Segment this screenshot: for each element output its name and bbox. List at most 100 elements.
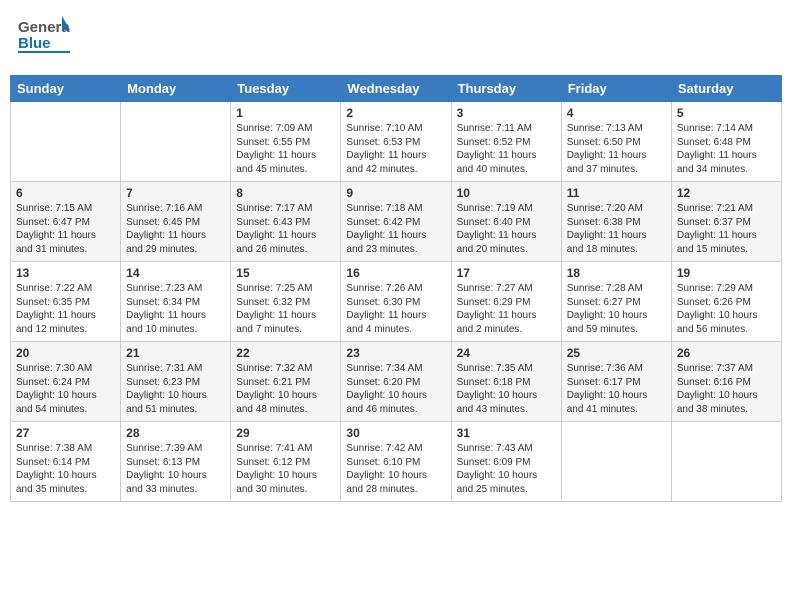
weekday-header-cell: Friday <box>561 76 671 102</box>
day-info: Sunrise: 7:14 AM Sunset: 6:48 PM Dayligh… <box>677 122 776 176</box>
day-number: 9 <box>346 186 445 200</box>
day-number: 15 <box>236 266 335 280</box>
day-info: Sunrise: 7:35 AM Sunset: 6:18 PM Dayligh… <box>457 362 556 416</box>
calendar-day-cell: 10 Sunrise: 7:19 AM Sunset: 6:40 PM Dayli… <box>451 182 561 262</box>
day-info: Sunrise: 7:26 AM Sunset: 6:30 PM Dayligh… <box>346 282 445 336</box>
day-info: Sunrise: 7:36 AM Sunset: 6:17 PM Dayligh… <box>567 362 666 416</box>
calendar-day-cell: 12Sunrise: 7:21 AM Sunset: 6:37 PM Dayli… <box>671 182 781 262</box>
day-number: 25 <box>567 346 666 360</box>
calendar-day-cell: 9 Sunrise: 7:18 AM Sunset: 6:42 PM Daylig… <box>341 182 451 262</box>
calendar-day-cell: 4 Sunrise: 7:13 AM Sunset: 6:50 PM Daylig… <box>561 102 671 182</box>
day-number: 19 <box>677 266 776 280</box>
calendar-day-cell: 17Sunrise: 7:27 AM Sunset: 6:29 PM Dayli… <box>451 262 561 342</box>
calendar-week-row: 6 Sunrise: 7:15 AM Sunset: 6:47 PM Daylig… <box>11 182 782 262</box>
calendar-day-cell: 25 Sunrise: 7:36 AM Sunset: 6:17 PM Dayli… <box>561 342 671 422</box>
day-number: 4 <box>567 106 666 120</box>
day-info: Sunrise: 7:23 AM Sunset: 6:34 PM Dayligh… <box>126 282 225 336</box>
day-info: Sunrise: 7:11 AM Sunset: 6:52 PM Dayligh… <box>457 122 556 176</box>
day-number: 31 <box>457 426 556 440</box>
day-number: 11 <box>567 186 666 200</box>
calendar-day-cell <box>121 102 231 182</box>
day-info: Sunrise: 7:16 AM Sunset: 6:45 PM Dayligh… <box>126 202 225 256</box>
day-number: 13 <box>16 266 115 280</box>
day-info: Sunrise: 7:37 AM Sunset: 6:16 PM Dayligh… <box>677 362 776 416</box>
calendar-day-cell: 2 Sunrise: 7:10 AM Sunset: 6:53 PM Daylig… <box>341 102 451 182</box>
day-number: 29 <box>236 426 335 440</box>
day-info: Sunrise: 7:13 AM Sunset: 6:50 PM Dayligh… <box>567 122 666 176</box>
calendar-day-cell: 22Sunrise: 7:32 AM Sunset: 6:21 PM Dayli… <box>231 342 341 422</box>
day-info: Sunrise: 7:38 AM Sunset: 6:14 PM Dayligh… <box>16 442 115 496</box>
day-info: Sunrise: 7:19 AM Sunset: 6:40 PM Dayligh… <box>457 202 556 256</box>
day-number: 12 <box>677 186 776 200</box>
calendar-day-cell: 16 Sunrise: 7:26 AM Sunset: 6:30 PM Dayli… <box>341 262 451 342</box>
calendar-week-row: 13 Sunrise: 7:22 AM Sunset: 6:35 PM Dayli… <box>11 262 782 342</box>
day-number: 5 <box>677 106 776 120</box>
calendar-day-cell: 15 Sunrise: 7:25 AM Sunset: 6:32 PM Dayli… <box>231 262 341 342</box>
calendar-day-cell: 23 Sunrise: 7:34 AM Sunset: 6:20 PM Dayli… <box>341 342 451 422</box>
calendar-day-cell: 31 Sunrise: 7:43 AM Sunset: 6:09 PM Dayli… <box>451 422 561 502</box>
day-info: Sunrise: 7:18 AM Sunset: 6:42 PM Dayligh… <box>346 202 445 256</box>
day-info: Sunrise: 7:39 AM Sunset: 6:13 PM Dayligh… <box>126 442 225 496</box>
calendar-day-cell: 6 Sunrise: 7:15 AM Sunset: 6:47 PM Daylig… <box>11 182 121 262</box>
weekday-header-cell: Thursday <box>451 76 561 102</box>
logo-icon: General Blue <box>18 14 70 63</box>
day-number: 10 <box>457 186 556 200</box>
calendar-header-row: SundayMondayTuesdayWednesdayThursdayFrid… <box>11 76 782 102</box>
logo: General Blue <box>18 14 70 63</box>
weekday-header-cell: Saturday <box>671 76 781 102</box>
calendar-week-row: 1 Sunrise: 7:09 AM Sunset: 6:55 PM Daylig… <box>11 102 782 182</box>
day-info: Sunrise: 7:22 AM Sunset: 6:35 PM Dayligh… <box>16 282 115 336</box>
day-info: Sunrise: 7:43 AM Sunset: 6:09 PM Dayligh… <box>457 442 556 496</box>
day-number: 6 <box>16 186 115 200</box>
calendar-table: SundayMondayTuesdayWednesdayThursdayFrid… <box>10 75 782 502</box>
day-number: 16 <box>346 266 445 280</box>
calendar-day-cell: 5 Sunrise: 7:14 AM Sunset: 6:48 PM Daylig… <box>671 102 781 182</box>
calendar-day-cell: 13 Sunrise: 7:22 AM Sunset: 6:35 PM Dayli… <box>11 262 121 342</box>
day-number: 20 <box>16 346 115 360</box>
day-info: Sunrise: 7:32 AM Sunset: 6:21 PM Dayligh… <box>236 362 335 416</box>
day-info: Sunrise: 7:17 AM Sunset: 6:43 PM Dayligh… <box>236 202 335 256</box>
day-number: 17 <box>457 266 556 280</box>
day-info: Sunrise: 7:10 AM Sunset: 6:53 PM Dayligh… <box>346 122 445 176</box>
calendar-week-row: 20 Sunrise: 7:30 AM Sunset: 6:24 PM Dayli… <box>11 342 782 422</box>
day-number: 27 <box>16 426 115 440</box>
calendar-day-cell: 27 Sunrise: 7:38 AM Sunset: 6:14 PM Dayli… <box>11 422 121 502</box>
calendar-day-cell: 26 Sunrise: 7:37 AM Sunset: 6:16 PM Dayli… <box>671 342 781 422</box>
day-info: Sunrise: 7:25 AM Sunset: 6:32 PM Dayligh… <box>236 282 335 336</box>
weekday-header-cell: Wednesday <box>341 76 451 102</box>
calendar-day-cell: 30Sunrise: 7:42 AM Sunset: 6:10 PM Dayli… <box>341 422 451 502</box>
calendar-body: 1 Sunrise: 7:09 AM Sunset: 6:55 PM Daylig… <box>11 102 782 502</box>
day-number: 3 <box>457 106 556 120</box>
day-info: Sunrise: 7:29 AM Sunset: 6:26 PM Dayligh… <box>677 282 776 336</box>
day-number: 18 <box>567 266 666 280</box>
calendar-day-cell: 29 Sunrise: 7:41 AM Sunset: 6:12 PM Dayli… <box>231 422 341 502</box>
calendar-day-cell: 24 Sunrise: 7:35 AM Sunset: 6:18 PM Dayli… <box>451 342 561 422</box>
day-info: Sunrise: 7:31 AM Sunset: 6:23 PM Dayligh… <box>126 362 225 416</box>
calendar-day-cell: 7 Sunrise: 7:16 AM Sunset: 6:45 PM Daylig… <box>121 182 231 262</box>
calendar-day-cell: 20 Sunrise: 7:30 AM Sunset: 6:24 PM Dayli… <box>11 342 121 422</box>
day-number: 26 <box>677 346 776 360</box>
calendar-day-cell: 21 Sunrise: 7:31 AM Sunset: 6:23 PM Dayli… <box>121 342 231 422</box>
day-info: Sunrise: 7:41 AM Sunset: 6:12 PM Dayligh… <box>236 442 335 496</box>
page-header: General Blue <box>10 10 782 67</box>
calendar-day-cell: 11 Sunrise: 7:20 AM Sunset: 6:38 PM Dayli… <box>561 182 671 262</box>
calendar-day-cell <box>561 422 671 502</box>
calendar-day-cell: 28Sunrise: 7:39 AM Sunset: 6:13 PM Dayli… <box>121 422 231 502</box>
day-number: 21 <box>126 346 225 360</box>
day-number: 1 <box>236 106 335 120</box>
calendar-day-cell <box>11 102 121 182</box>
calendar-day-cell: 8 Sunrise: 7:17 AM Sunset: 6:43 PM Daylig… <box>231 182 341 262</box>
calendar-day-cell: 14Sunrise: 7:23 AM Sunset: 6:34 PM Dayli… <box>121 262 231 342</box>
day-info: Sunrise: 7:30 AM Sunset: 6:24 PM Dayligh… <box>16 362 115 416</box>
day-info: Sunrise: 7:15 AM Sunset: 6:47 PM Dayligh… <box>16 202 115 256</box>
day-number: 24 <box>457 346 556 360</box>
day-info: Sunrise: 7:20 AM Sunset: 6:38 PM Dayligh… <box>567 202 666 256</box>
day-number: 7 <box>126 186 225 200</box>
day-number: 2 <box>346 106 445 120</box>
day-info: Sunrise: 7:09 AM Sunset: 6:55 PM Dayligh… <box>236 122 335 176</box>
day-number: 8 <box>236 186 335 200</box>
svg-text:Blue: Blue <box>18 35 51 52</box>
day-info: Sunrise: 7:34 AM Sunset: 6:20 PM Dayligh… <box>346 362 445 416</box>
day-number: 23 <box>346 346 445 360</box>
calendar-day-cell: 1 Sunrise: 7:09 AM Sunset: 6:55 PM Daylig… <box>231 102 341 182</box>
